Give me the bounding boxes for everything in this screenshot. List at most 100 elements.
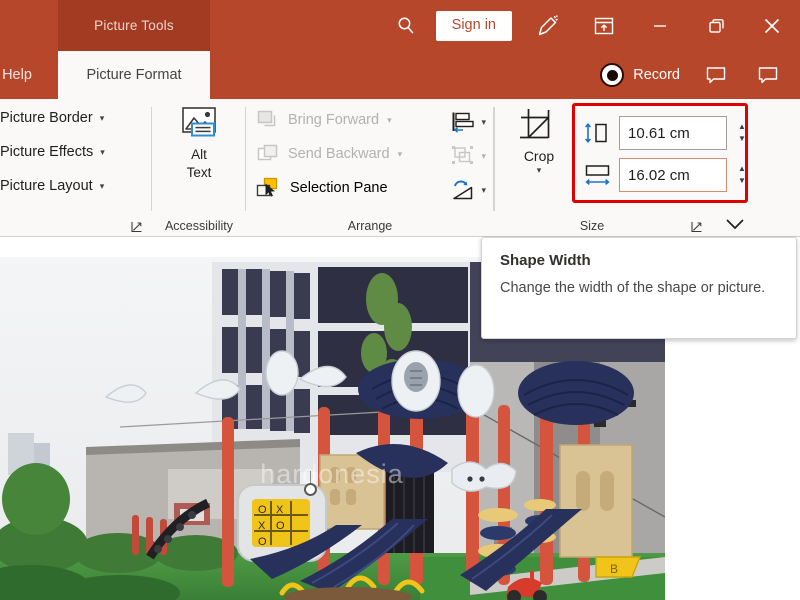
ribbon: Picture Border ▾ Picture Effects ▾ Pictu… <box>0 99 800 237</box>
group-objects-button[interactable]: ▾ <box>451 145 486 167</box>
size-fields-highlight: 10.61 cm ▲ ▼ 16.02 cm <box>572 103 748 203</box>
bring-forward-button[interactable]: Bring Forward ▾ <box>256 109 392 131</box>
svg-text:O: O <box>258 536 267 548</box>
search-icon <box>394 14 418 38</box>
ribbon-display-options-button[interactable] <box>576 0 632 51</box>
alt-text-icon <box>175 105 223 145</box>
title-bar-right-controls: Sign in <box>384 0 800 51</box>
rotate-objects-icon <box>451 179 475 201</box>
ribbon-group-label-size: Size <box>460 219 724 233</box>
tooltip-body: Change the width of the shape or picture… <box>500 278 778 298</box>
ribbon-group-label-accessibility: Accessibility <box>152 219 246 233</box>
picture-layout-button[interactable]: Picture Layout ▾ <box>0 178 104 194</box>
bring-forward-icon <box>256 109 280 131</box>
ink-pen-icon <box>535 13 561 39</box>
shape-width-spinner[interactable]: ▲ ▼ <box>733 158 751 192</box>
ribbon-tab-strip: Help Picture Format Record <box>0 51 800 99</box>
chevron-down-icon[interactable]: ▾ <box>481 117 486 128</box>
chevron-down-icon[interactable]: ▾ <box>100 181 105 192</box>
shape-height-value: 10.61 cm <box>628 125 690 142</box>
group-objects-icon <box>451 145 475 167</box>
shape-width-icon <box>583 162 613 188</box>
shape-width-value: 16.02 cm <box>628 167 690 184</box>
svg-text:O: O <box>258 504 267 516</box>
svg-text:O: O <box>276 520 285 532</box>
contextual-tab-band-picture-tools: Picture Tools <box>58 0 210 51</box>
ink-pen-button[interactable] <box>520 0 576 51</box>
shape-width-input[interactable]: 16.02 cm <box>619 158 727 192</box>
minimize-icon <box>649 15 671 37</box>
crop-label: Crop <box>524 148 554 164</box>
comment-icon <box>755 62 781 88</box>
ribbon-group-picture-styles: Picture Border ▾ Picture Effects ▾ Pictu… <box>0 99 152 237</box>
chevron-down-icon[interactable]: ▾ <box>537 165 542 176</box>
close-button[interactable] <box>744 0 800 51</box>
picture-layout-label: Picture Layout <box>0 178 93 194</box>
alt-text-label-line1: Alt <box>191 147 207 163</box>
send-backward-icon <box>256 143 280 165</box>
ribbon-display-options-icon <box>593 15 615 37</box>
comments-button[interactable] <box>690 51 742 99</box>
photo-watermark: hardonesia <box>260 459 404 489</box>
sign-in-label: Sign in <box>452 18 496 33</box>
rotate-objects-button[interactable]: ▾ <box>451 179 486 201</box>
chevron-down-icon[interactable]: ▾ <box>387 115 392 126</box>
record-label: Record <box>633 67 680 83</box>
record-circle-icon <box>600 63 624 87</box>
shape-height-spinner[interactable]: ▲ ▼ <box>733 116 751 150</box>
picture-border-button[interactable]: Picture Border ▾ <box>0 110 104 126</box>
minimize-button[interactable] <box>632 0 688 51</box>
dialog-launcher-icon[interactable] <box>690 220 704 234</box>
powerpoint-window: Picture Tools Sign in <box>0 0 800 600</box>
title-bar: Picture Tools Sign in <box>0 0 800 51</box>
record-button[interactable]: Record <box>590 51 690 99</box>
comment-icon <box>703 62 729 88</box>
send-backward-button[interactable]: Send Backward ▾ <box>256 143 402 165</box>
top-center-handle[interactable] <box>304 483 317 496</box>
shape-height-input[interactable]: 10.61 cm <box>619 116 727 150</box>
tab-picture-format[interactable]: Picture Format <box>58 51 210 99</box>
tab-help[interactable]: Help <box>0 51 48 99</box>
search-button[interactable] <box>384 0 428 51</box>
align-objects-icon <box>451 111 475 133</box>
chevron-down-icon[interactable]: ▼ <box>738 136 746 142</box>
crop-icon <box>518 107 560 147</box>
chevron-down-icon[interactable]: ▾ <box>481 185 486 196</box>
selection-pane-button[interactable]: Selection Pane <box>256 177 388 199</box>
dialog-launcher-icon[interactable] <box>130 220 144 234</box>
ribbon-group-size: Crop ▾ 10.61 cm ▲ ▼ <box>494 99 758 237</box>
svg-text:B: B <box>610 562 618 576</box>
crop-button[interactable]: Crop ▾ <box>508 107 570 176</box>
shape-width-field-row: 16.02 cm ▲ ▼ <box>583 158 751 192</box>
chevron-down-icon[interactable]: ▾ <box>398 149 403 160</box>
chevron-down-icon[interactable]: ▼ <box>738 178 746 184</box>
restore-button[interactable] <box>688 0 744 51</box>
align-objects-button[interactable]: ▾ <box>451 111 486 133</box>
tooltip-shape-width: Shape Width Change the width of the shap… <box>481 237 797 339</box>
share-comment-button[interactable] <box>742 51 794 99</box>
chevron-down-icon[interactable]: ▾ <box>100 147 105 158</box>
chevron-up-icon[interactable]: ▲ <box>738 166 746 172</box>
chevron-up-icon[interactable]: ▲ <box>738 124 746 130</box>
ribbon-group-arrange: Bring Forward ▾ Send Backward ▾ <box>246 99 494 237</box>
picture-effects-button[interactable]: Picture Effects ▾ <box>0 144 105 160</box>
send-backward-label: Send Backward <box>288 146 390 162</box>
svg-text:X: X <box>258 520 266 532</box>
sign-in-button[interactable]: Sign in <box>436 11 512 41</box>
restore-icon <box>705 15 727 37</box>
bring-forward-label: Bring Forward <box>288 112 379 128</box>
alt-text-button[interactable]: Alt Text <box>158 105 240 181</box>
collapse-ribbon-button[interactable] <box>720 213 750 235</box>
chevron-down-icon[interactable]: ▾ <box>100 113 105 124</box>
group-divider <box>494 107 495 211</box>
tab-help-label: Help <box>2 67 32 83</box>
ribbon-group-accessibility: Alt Text Accessibility <box>152 99 246 237</box>
ribbon-group-label-arrange: Arrange <box>246 219 494 233</box>
shape-height-field-row: 10.61 cm ▲ ▼ <box>583 116 751 150</box>
chevron-down-icon[interactable]: ▾ <box>481 151 486 162</box>
picture-border-label: Picture Border <box>0 110 93 126</box>
shape-height-icon <box>583 120 613 146</box>
svg-text:X: X <box>276 504 284 516</box>
alt-text-label-line2: Text <box>187 165 212 181</box>
collapse-ribbon-icon <box>722 215 748 233</box>
